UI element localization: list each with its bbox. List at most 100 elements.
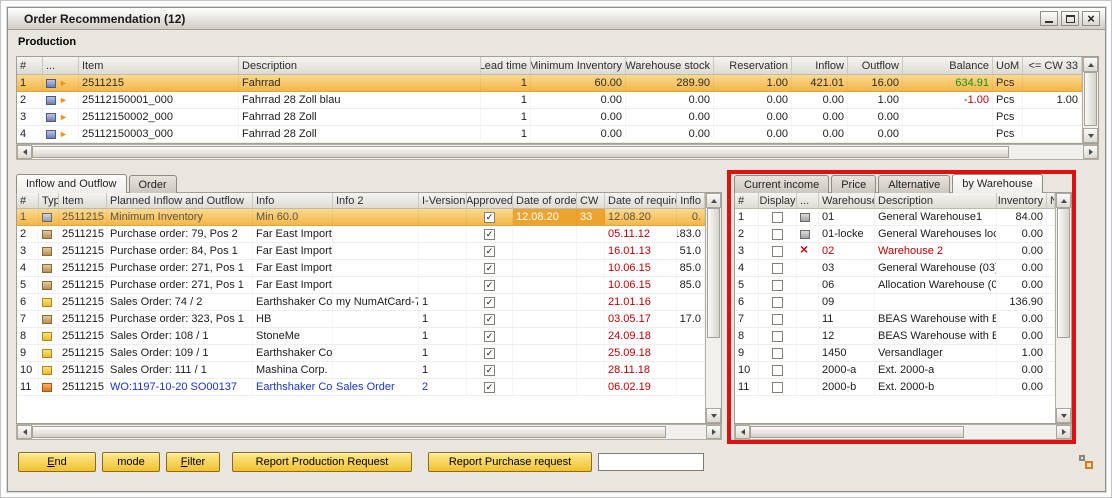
approved-checkbox[interactable] bbox=[484, 263, 495, 274]
table-row[interactable]: 12511215Minimum InventoryMin 60.012.08.2… bbox=[17, 209, 705, 226]
display-checkbox[interactable] bbox=[772, 331, 783, 342]
scrollbar-track[interactable] bbox=[706, 208, 721, 408]
link-arrow-icon[interactable] bbox=[59, 77, 68, 89]
column-header[interactable]: N bbox=[1047, 193, 1055, 208]
resize-grip-icon[interactable] bbox=[1078, 454, 1094, 470]
scroll-down-button[interactable] bbox=[1056, 408, 1071, 423]
maximize-button[interactable] bbox=[1061, 11, 1079, 26]
table-row[interactable]: 112511215WO:1197-10-20 SO00137Earthshake… bbox=[17, 379, 705, 396]
table-row[interactable]: 302Warehouse 20.00 bbox=[735, 243, 1055, 260]
table-row[interactable]: 102511215Sales Order: 111 / 1Mashina Cor… bbox=[17, 362, 705, 379]
table-row[interactable]: 425112150003_000Fahrrad 28 Zoll10.000.00… bbox=[17, 126, 1082, 143]
link-arrow-icon[interactable] bbox=[59, 128, 68, 140]
scrollbar-thumb[interactable] bbox=[32, 146, 1009, 158]
column-header[interactable]: CW bbox=[577, 193, 605, 208]
scroll-left-button[interactable] bbox=[17, 145, 32, 159]
column-header[interactable]: Date of order bbox=[513, 193, 577, 208]
column-header[interactable]: Description bbox=[875, 193, 997, 208]
scroll-left-button[interactable] bbox=[17, 425, 32, 439]
tab-current-income[interactable]: Current income bbox=[734, 175, 829, 193]
close-button[interactable] bbox=[1082, 11, 1100, 26]
column-header[interactable]: I-Version bbox=[419, 193, 467, 208]
column-header[interactable]: Approved bbox=[467, 193, 513, 208]
table-row[interactable]: 609136.90 bbox=[735, 294, 1055, 311]
scroll-down-button[interactable] bbox=[706, 408, 721, 423]
approved-checkbox[interactable] bbox=[484, 229, 495, 240]
column-header[interactable]: Inflow bbox=[792, 57, 848, 74]
table-row[interactable]: 62511215Sales Order: 74 / 2Earthshaker C… bbox=[17, 294, 705, 311]
column-header[interactable]: Info bbox=[253, 193, 333, 208]
column-header[interactable]: # bbox=[17, 193, 39, 208]
table-row[interactable]: 32511215Purchase order: 84, Pos 1Far Eas… bbox=[17, 243, 705, 260]
table-row[interactable]: 102000-aExt. 2000-a0.00 bbox=[735, 362, 1055, 379]
display-checkbox[interactable] bbox=[772, 229, 783, 240]
column-header[interactable]: Reservation bbox=[714, 57, 792, 74]
approved-checkbox[interactable] bbox=[484, 314, 495, 325]
display-checkbox[interactable] bbox=[772, 212, 783, 223]
table-row[interactable]: 403General Warehouse (03)0.00 bbox=[735, 260, 1055, 277]
scroll-right-button[interactable] bbox=[706, 425, 721, 439]
column-header[interactable]: <= CW 33 bbox=[1023, 57, 1082, 74]
mode-button[interactable]: mode bbox=[102, 452, 160, 472]
table-row[interactable]: 82511215Sales Order: 108 / 1StoneMe124.0… bbox=[17, 328, 705, 345]
display-checkbox[interactable] bbox=[772, 246, 783, 257]
filter-button[interactable]: Filter bbox=[166, 452, 220, 472]
table-row[interactable]: 101General Warehouse184.00 bbox=[735, 209, 1055, 226]
column-header[interactable]: Balance bbox=[903, 57, 993, 74]
table-row[interactable]: 201-lockeGeneral Warehouses locke0.00 bbox=[735, 226, 1055, 243]
column-header[interactable]: # bbox=[17, 57, 43, 74]
table-row[interactable]: 812BEAS Warehouse with Bin0.00 bbox=[735, 328, 1055, 345]
column-header[interactable]: Inflo bbox=[677, 193, 705, 208]
approved-checkbox[interactable] bbox=[484, 246, 495, 257]
approved-checkbox[interactable] bbox=[484, 212, 495, 223]
column-header[interactable]: UoM bbox=[993, 57, 1023, 74]
table-row[interactable]: 91450Versandlager1.00 bbox=[735, 345, 1055, 362]
items-vertical-scrollbar[interactable] bbox=[1082, 57, 1098, 143]
column-header[interactable]: Warehouse stock bbox=[626, 57, 714, 74]
scrollbar-track[interactable] bbox=[1056, 208, 1071, 408]
display-checkbox[interactable] bbox=[772, 348, 783, 359]
column-header[interactable]: ... bbox=[797, 193, 819, 208]
table-row[interactable]: 72511215Purchase order: 323, Pos 1HB103.… bbox=[17, 311, 705, 328]
tab-inflow-and-outflow[interactable]: Inflow and Outflow bbox=[16, 174, 127, 193]
table-row[interactable]: 325112150002_000Fahrrad 28 Zoll10.000.00… bbox=[17, 109, 1082, 126]
inflow-outflow-vertical-scrollbar[interactable] bbox=[705, 193, 721, 423]
footer-input[interactable] bbox=[598, 453, 704, 471]
link-arrow-icon[interactable] bbox=[59, 111, 68, 123]
table-row[interactable]: 22511215Purchase order: 79, Pos 2Far Eas… bbox=[17, 226, 705, 243]
approved-checkbox[interactable] bbox=[484, 331, 495, 342]
table-row[interactable]: 92511215Sales Order: 109 / 1Earthshaker … bbox=[17, 345, 705, 362]
scroll-up-button[interactable] bbox=[1083, 57, 1098, 72]
column-header[interactable]: Planned Inflow and Outflow bbox=[107, 193, 253, 208]
column-header[interactable]: Item bbox=[59, 193, 107, 208]
column-header[interactable]: Info 2 bbox=[333, 193, 419, 208]
scrollbar-thumb[interactable] bbox=[707, 208, 720, 338]
report-production-request-button[interactable]: Report Production Request bbox=[232, 452, 412, 472]
inflow-outflow-horizontal-scrollbar[interactable] bbox=[16, 424, 722, 440]
column-header[interactable]: Date of requiren bbox=[605, 193, 677, 208]
column-header[interactable]: ... bbox=[43, 57, 79, 74]
scrollbar-track[interactable] bbox=[32, 145, 1083, 159]
table-row[interactable]: 112000-bExt. 2000-b0.00 bbox=[735, 379, 1055, 396]
column-header[interactable]: Outflow bbox=[848, 57, 903, 74]
scrollbar-thumb[interactable] bbox=[750, 426, 964, 438]
column-header[interactable]: Item bbox=[79, 57, 239, 74]
scrollbar-track[interactable] bbox=[750, 425, 1056, 439]
link-arrow-icon[interactable] bbox=[59, 94, 68, 106]
table-row[interactable]: 12511215Fahrrad160.00289.901.00421.0116.… bbox=[17, 75, 1082, 92]
tab-price[interactable]: Price bbox=[831, 175, 876, 193]
column-header[interactable]: Inventory bbox=[997, 193, 1047, 208]
scrollbar-thumb[interactable] bbox=[1084, 72, 1097, 126]
tab-alternative[interactable]: Alternative bbox=[878, 175, 950, 193]
scrollbar-thumb[interactable] bbox=[32, 426, 666, 438]
display-checkbox[interactable] bbox=[772, 382, 783, 393]
table-row[interactable]: 506Allocation Warehouse (06)0.00 bbox=[735, 277, 1055, 294]
column-header[interactable]: Typ bbox=[39, 193, 59, 208]
column-header[interactable]: Display bbox=[759, 193, 797, 208]
table-row[interactable]: 52511215Purchase order: 271, Pos 1Far Ea… bbox=[17, 277, 705, 294]
end-button[interactable]: End bbox=[18, 452, 96, 472]
scroll-up-button[interactable] bbox=[706, 193, 721, 208]
approved-checkbox[interactable] bbox=[484, 297, 495, 308]
table-row[interactable]: 225112150001_000Fahrrad 28 Zoll blau10.0… bbox=[17, 92, 1082, 109]
tab-order[interactable]: Order bbox=[129, 175, 177, 193]
